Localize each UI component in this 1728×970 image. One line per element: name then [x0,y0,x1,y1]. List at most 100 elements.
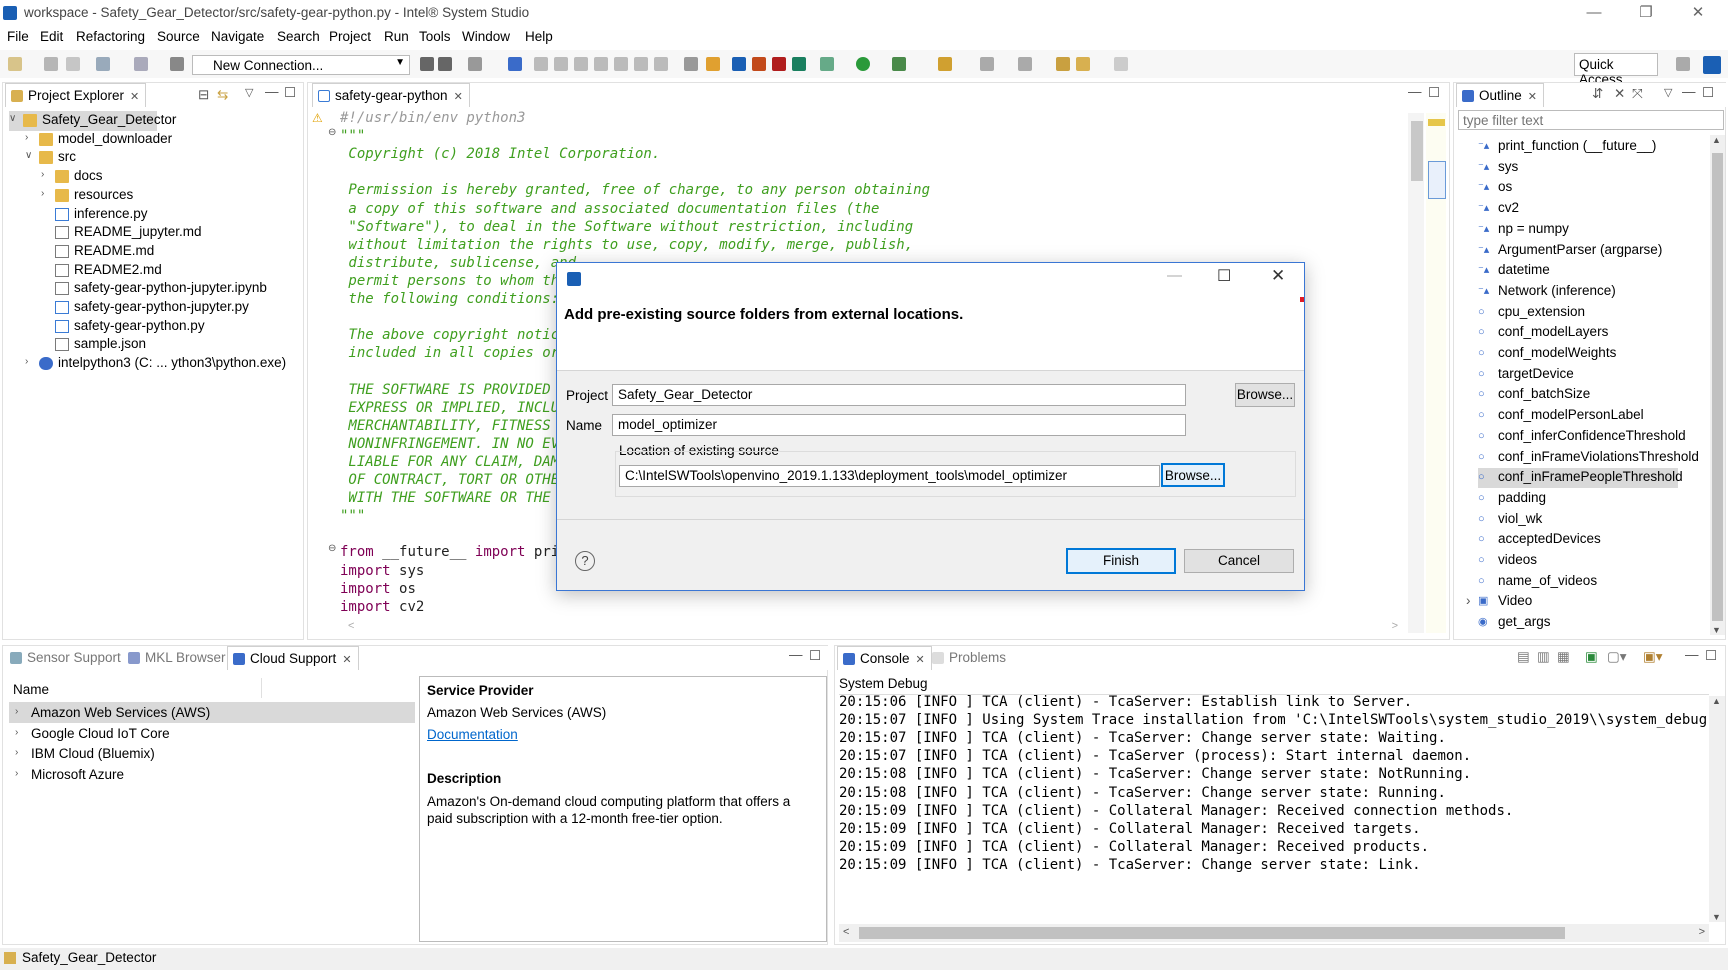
display-console-icon[interactable]: ▢▾ [1607,649,1627,665]
tree-item[interactable]: ∨ Safety_Gear_Detector [9,111,176,131]
outline-filter-input[interactable] [1458,110,1724,130]
tab-project-explorer[interactable]: Project Explorer ✕ [5,83,147,107]
editor-hscrollbar[interactable]: < > [338,620,1408,636]
tree-item[interactable]: › docs [9,167,301,187]
outline-item[interactable]: ⁻▴ sys [1478,158,1704,178]
tab-sensor-support[interactable]: Sensor Support [5,646,127,670]
name-input[interactable]: model_optimizer [612,414,1186,436]
collapsed-icon[interactable]: › [41,188,51,199]
hide-static-icon[interactable]: ⤧ [1632,86,1643,102]
fold-icon[interactable]: ⊖ [328,127,336,138]
tab-safety-gear-python[interactable]: safety-gear-python ✕ [312,83,470,107]
outline-item[interactable]: ○ cpu_extension [1478,303,1704,323]
tree-item[interactable]: › intelpython3 (C: ... ython3\python.exe) [9,354,301,374]
analyzer-icon[interactable] [706,57,720,71]
outline-scrollbar-thumb[interactable] [1712,153,1723,621]
maximize-view-icon[interactable]: ☐ [1428,85,1440,101]
quick-access-input[interactable]: Quick Access [1574,53,1658,87]
outline-item[interactable]: ○ conf_inFramePeopleThreshold [1478,468,1683,489]
console-icon[interactable] [508,57,522,71]
outline-item[interactable]: ○ acceptedDevices [1478,530,1704,550]
tree-item[interactable]: › model_downloader [9,130,301,150]
menu-project[interactable]: Project [329,29,371,44]
vtune-icon[interactable] [732,57,746,71]
tree-item[interactable]: README.md [9,242,301,262]
outline-item[interactable]: ○ conf_inferConfidenceThreshold [1478,427,1704,447]
menu-run[interactable]: Run [384,29,409,44]
maximize-view-icon[interactable]: ☐ [1702,85,1714,101]
terminal-icon[interactable] [170,57,184,71]
search-icon[interactable] [938,57,952,71]
expanded-icon[interactable]: ∨ [9,113,19,124]
prev-annotation-icon[interactable] [1018,57,1032,71]
console-hscrollbar-thumb[interactable] [859,927,1565,939]
minimize-view-icon[interactable]: — [1685,647,1699,662]
cancel-button[interactable]: Cancel [1184,549,1294,573]
tab-cloud-support[interactable]: Cloud Support ✕ [227,646,359,670]
tab-mkl-browser[interactable]: MKL Browser [123,646,232,670]
tree-item[interactable]: ∨ src [9,148,301,168]
outline-item[interactable]: ⁻▴ ArgumentParser (argparse) [1478,241,1704,261]
collapsed-icon[interactable]: › [1466,593,1471,608]
documentation-link[interactable]: Documentation [427,727,518,742]
step-return-icon[interactable] [634,57,648,71]
outline-item[interactable]: ○ conf_batchSize [1478,385,1704,405]
dialog-maximize-button[interactable]: ☐ [1217,266,1231,286]
collapsed-icon[interactable]: › [15,706,25,717]
help-icon[interactable]: ? [575,551,595,571]
fold-icon[interactable]: ⊖ [328,543,336,554]
run-icon[interactable] [856,57,870,71]
browse-location-button[interactable]: Browse... [1161,463,1225,487]
tab-console[interactable]: Console ✕ [837,646,932,670]
outline-item[interactable]: ○ viol_wk [1478,510,1704,530]
sort-icon[interactable]: ⇵ [1592,86,1603,102]
outline-item[interactable]: ○ conf_modelWeights [1478,344,1704,364]
maximize-button[interactable]: ❐ [1626,2,1666,24]
project-input[interactable]: Safety_Gear_Detector [612,384,1186,406]
minimize-button[interactable]: — [1574,2,1614,24]
menu-search[interactable]: Search [277,29,320,44]
collapsed-icon[interactable]: › [41,169,51,180]
outline-item[interactable]: ○ padding [1478,489,1704,509]
minimize-view-icon[interactable]: — [265,84,279,99]
menu-window[interactable]: Window [462,29,510,44]
outline-item[interactable]: ▣ › Video [1466,592,1704,612]
disconnect-icon[interactable] [438,57,452,71]
scroll-lock-icon[interactable]: ▥ [1537,649,1550,665]
tree-item[interactable]: › resources [9,186,301,206]
clear-console-icon[interactable]: ▤ [1517,649,1530,665]
collapsed-icon[interactable]: › [25,356,35,367]
drop-frame-icon[interactable] [654,57,668,71]
outline-item[interactable]: ○ targetDevice [1478,365,1704,385]
outline-item[interactable]: ⁻▴ os [1478,178,1704,198]
outline-item[interactable]: ⁻▴ Network (inference) [1478,282,1704,302]
external-tools-icon[interactable] [892,57,906,71]
outline-item[interactable]: ◉ get_args [1478,613,1704,633]
expanded-icon[interactable]: ∨ [25,150,35,161]
menu-refactoring[interactable]: Refactoring [76,29,145,44]
tree-item[interactable]: inference.py [9,205,301,225]
outline-item[interactable]: ○ conf_inFrameViolationsThreshold [1478,448,1704,468]
tree-item[interactable]: README2.md [9,261,301,281]
outline-item[interactable]: ⁻▴ cv2 [1478,199,1704,219]
console-hscrollbar[interactable]: < > [839,924,1709,942]
dialog-minimize-button[interactable]: — [1167,267,1182,284]
tree-item[interactable]: safety-gear-python-jupyter.ipynb [9,279,301,299]
console-vscrollbar[interactable]: ▲ ▼ [1709,696,1725,922]
maximize-view-icon[interactable]: ☐ [809,648,821,664]
tree-item[interactable]: README_jupyter.md [9,223,301,243]
connection-combo[interactable]: New Connection... ▼ [192,55,410,75]
browse-project-button[interactable]: Browse... [1235,383,1295,407]
view-menu-icon[interactable]: ▽ [1664,86,1672,99]
list-icon[interactable] [684,57,698,71]
close-button[interactable]: ✕ [1678,2,1718,24]
collapsed-icon[interactable]: › [15,747,25,758]
suspend-icon[interactable] [554,57,568,71]
dialog-close-button[interactable]: ✕ [1271,266,1285,286]
build-icon[interactable] [96,57,110,71]
tree-item[interactable]: safety-gear-python-jupyter.py [9,298,301,318]
terminate-icon[interactable] [574,57,588,71]
perspective-icon[interactable] [1676,57,1690,71]
finish-button[interactable]: Finish [1066,548,1176,574]
view-menu-icon[interactable]: ▽ [245,86,253,99]
